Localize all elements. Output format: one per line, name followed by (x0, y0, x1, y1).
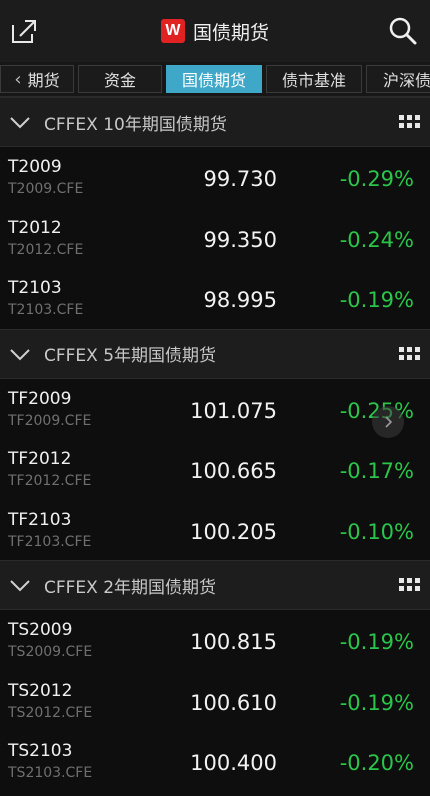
percent-change: -0.20% (339, 751, 414, 775)
percent-change: -0.19% (339, 690, 414, 715)
contract-code: TF2103 (8, 509, 72, 530)
last-price: 100.665 (190, 459, 277, 483)
percent-change: -0.19% (339, 630, 414, 654)
last-price: 100.205 (190, 519, 277, 544)
contract-code: TF2009 (8, 388, 72, 409)
tab-funds[interactable]: 资金 (78, 65, 162, 93)
contract-code: T2009 (8, 157, 62, 177)
top-bar: W 国债期货 (0, 0, 430, 62)
table-row[interactable]: TF2103 TF2103.CFE 100.205 -0.10% (0, 499, 430, 560)
last-price: 100.610 (190, 690, 277, 715)
last-price: 101.075 (190, 398, 277, 423)
contract-code: TF2012 (8, 449, 72, 469)
grid-view-icon[interactable] (399, 578, 420, 592)
table-row[interactable]: TF2012 TF2012.CFE 100.665 -0.17% (0, 439, 430, 500)
contract-symbol: TS2103.CFE (8, 765, 93, 781)
tab-label: 国债期货 (181, 71, 246, 90)
grid-view-icon[interactable] (399, 346, 420, 361)
chevron-right-icon (385, 416, 393, 428)
chevron-left-icon[interactable]: ‹ (14, 69, 21, 90)
tab-futures[interactable]: ‹ 期货 (0, 65, 74, 93)
section-header-5y[interactable]: CFFEX 5年期国债期货 (0, 328, 430, 379)
section-header-10y[interactable]: CFFEX 10年期国债期货 (0, 97, 430, 147)
last-price: 98.995 (203, 288, 277, 312)
page-title: 国债期货 (192, 21, 269, 44)
tab-label: 资金 (103, 71, 136, 90)
table-row[interactable]: TF2009 TF2009.CFE 101.075 -0.25% (0, 378, 430, 439)
chevron-down-icon[interactable] (6, 571, 34, 599)
scroll-right-button[interactable] (372, 406, 404, 438)
last-price: 100.815 (190, 630, 277, 654)
contract-symbol: TF2009.CFE (8, 412, 92, 429)
table-row[interactable]: TS2103 TS2103.CFE 100.400 -0.20% (0, 731, 430, 792)
share-icon[interactable] (10, 17, 38, 45)
percent-change: -0.19% (339, 288, 414, 312)
last-price: 99.350 (203, 227, 277, 252)
contract-symbol: TF2103.CFE (8, 533, 92, 550)
search-icon[interactable] (388, 16, 418, 46)
contract-code: TS2009 (8, 620, 73, 640)
percent-change: -0.29% (339, 167, 414, 191)
contract-symbol: T2012.CFE (8, 241, 84, 258)
tab-label: 债市基准 (281, 71, 346, 90)
tab-bond-benchmark[interactable]: 债市基准 (266, 65, 362, 93)
section-title: CFFEX 2年期国债期货 (44, 577, 217, 598)
category-tabs: ‹ 期货 资金 国债期货 债市基准 沪深债 (0, 62, 430, 97)
contract-symbol: T2103.CFE (8, 302, 84, 318)
tab-label: 期货 (27, 71, 60, 90)
table-row[interactable]: T2009 T2009.CFE 99.730 -0.29% (0, 147, 430, 208)
tab-shanghai-shenzhen-bonds[interactable]: 沪深债 (366, 65, 430, 93)
contract-symbol: TS2012.CFE (8, 704, 93, 721)
section-header-2y[interactable]: CFFEX 2年期国债期货 (0, 560, 430, 610)
tab-treasury-futures[interactable]: 国债期货 (166, 65, 262, 93)
table-row[interactable]: T2012 T2012.CFE 99.350 -0.24% (0, 207, 430, 268)
grid-view-icon[interactable] (399, 115, 420, 129)
section-title: CFFEX 10年期国债期货 (44, 114, 227, 135)
contract-symbol: T2009.CFE (8, 181, 84, 197)
percent-change: -0.24% (339, 227, 414, 252)
contract-code: T2103 (8, 278, 62, 298)
title-wrap: W 国债期货 (160, 18, 269, 45)
percent-change: -0.10% (339, 519, 414, 544)
section-title: CFFEX 5年期国债期货 (44, 346, 217, 366)
tab-label: 沪深债 (383, 71, 430, 90)
contract-code: TS2103 (8, 741, 73, 761)
table-row[interactable]: TS2012 TS2012.CFE 100.610 -0.19% (0, 670, 430, 731)
contract-symbol: TS2009.CFE (8, 644, 93, 660)
last-price: 99.730 (203, 167, 277, 191)
percent-change: -0.17% (339, 459, 414, 483)
app-logo: W (160, 19, 185, 43)
contract-code: T2012 (8, 217, 62, 238)
contract-symbol: TF2012.CFE (8, 473, 92, 489)
table-row[interactable]: T2103 T2103.CFE 98.995 -0.19% (0, 268, 430, 329)
chevron-down-icon[interactable] (6, 340, 34, 368)
table-row[interactable]: TS2009 TS2009.CFE 100.815 -0.19% (0, 610, 430, 671)
contract-code: TS2012 (8, 680, 73, 701)
chevron-down-icon[interactable] (6, 108, 34, 136)
last-price: 100.400 (190, 751, 277, 775)
